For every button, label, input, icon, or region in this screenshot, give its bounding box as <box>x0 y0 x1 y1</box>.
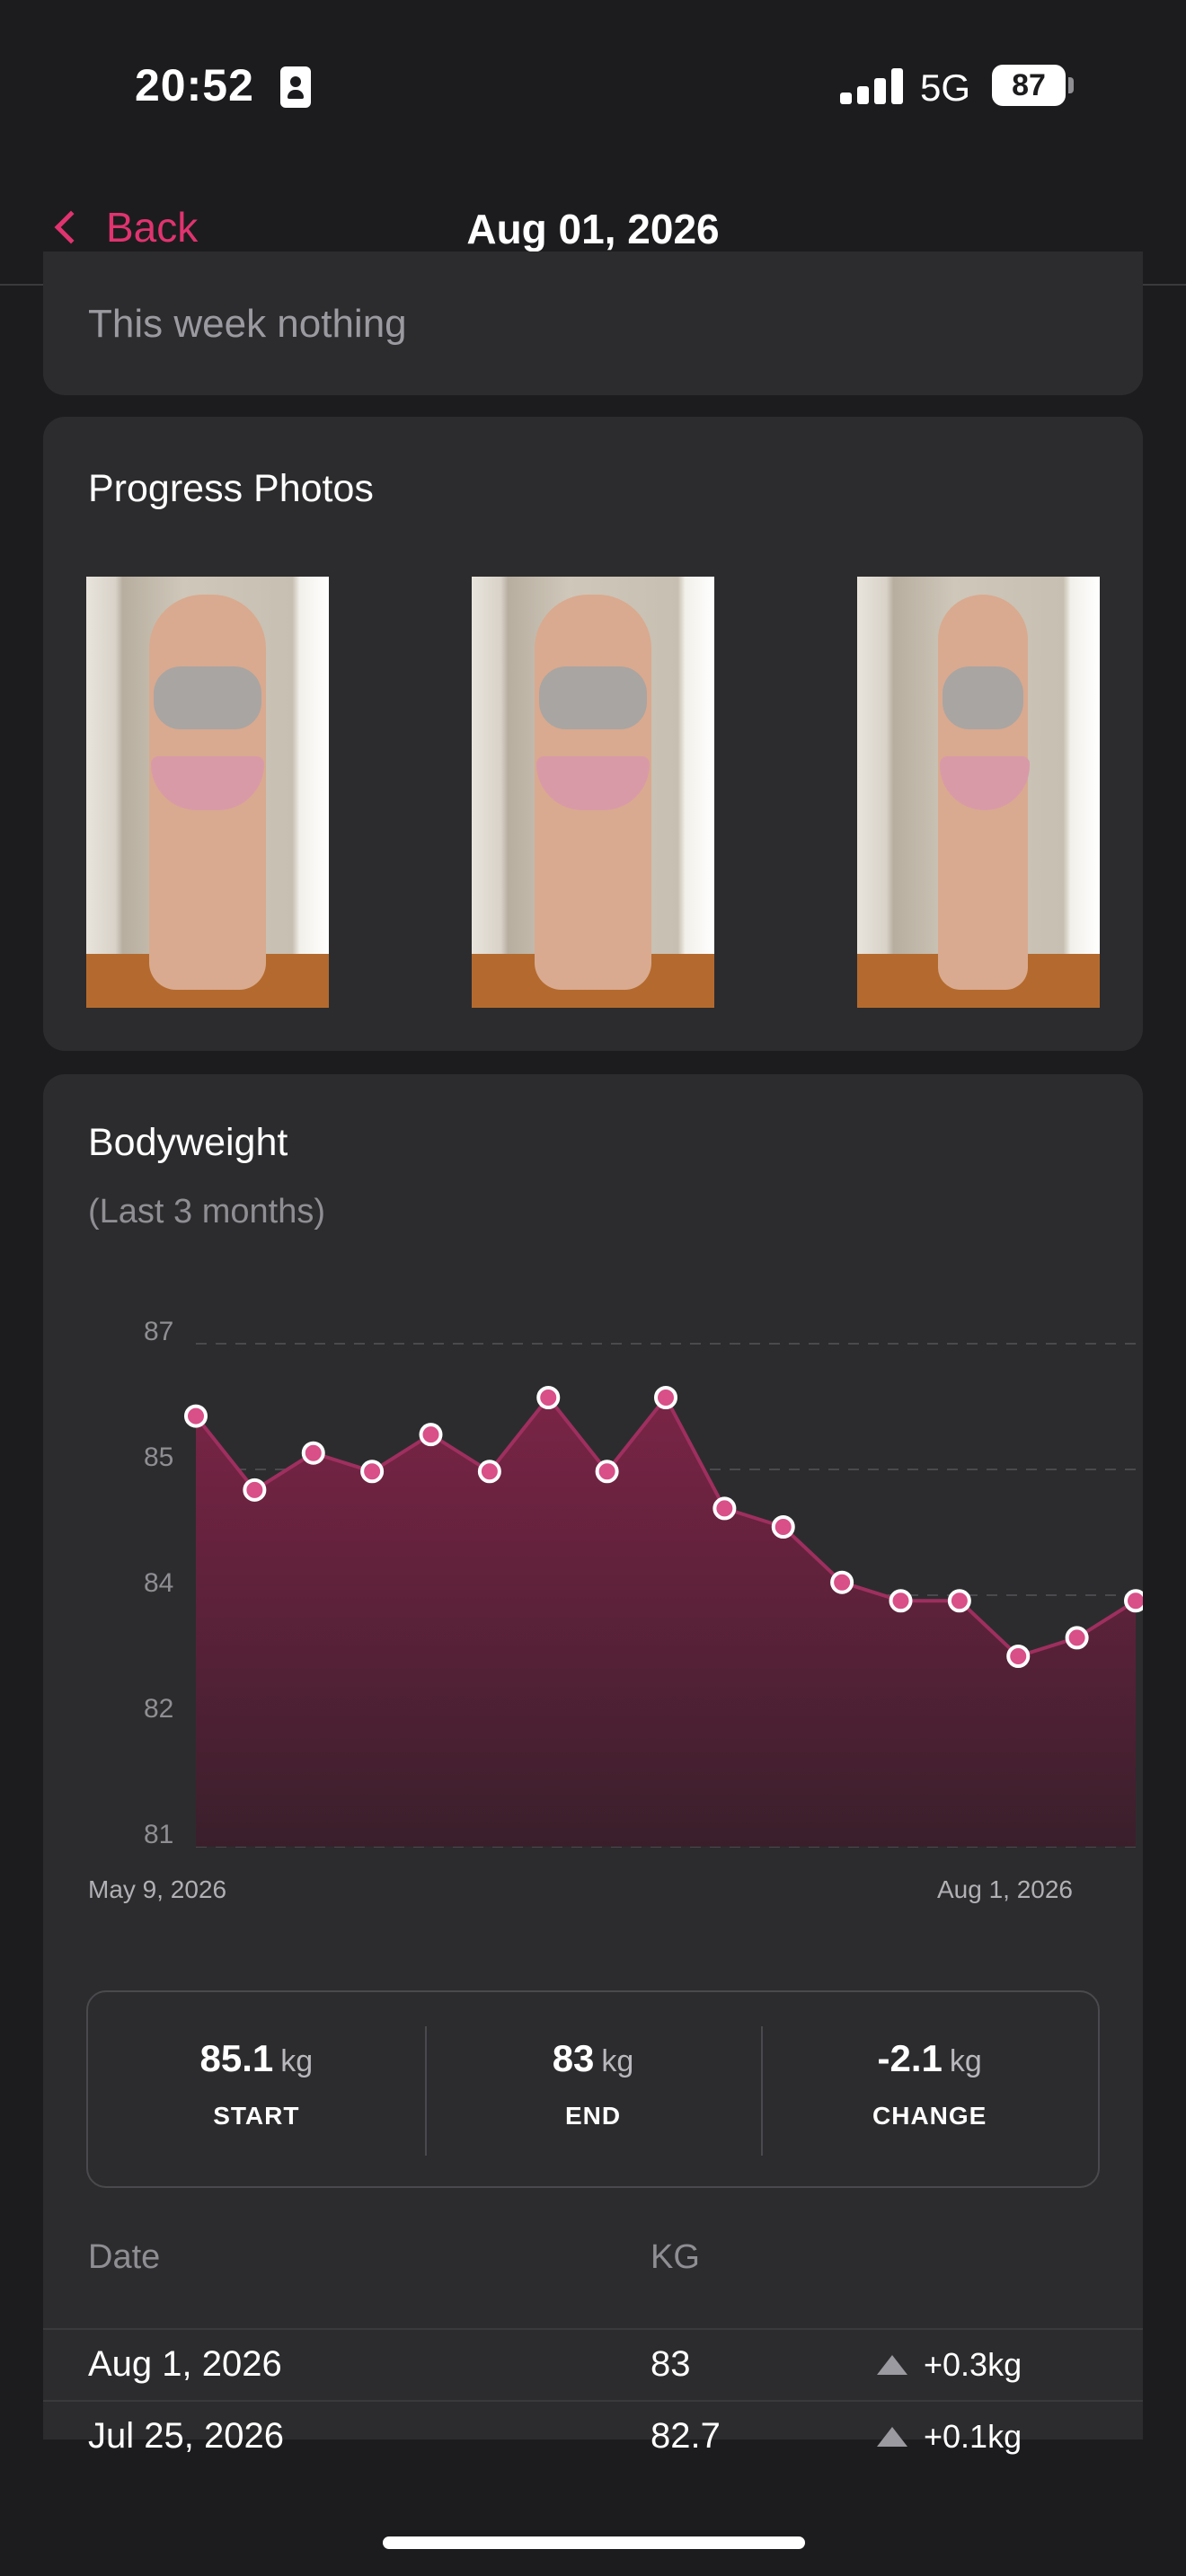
contact-card-icon <box>280 66 311 108</box>
data-point <box>771 1515 795 1539</box>
data-point <box>184 1404 208 1428</box>
bodyweight-chart[interactable]: 87 85 84 82 81 <box>43 1272 1143 1865</box>
progress-photos-title: Progress Photos <box>88 467 374 510</box>
bodyweight-subtitle: (Last 3 months) <box>88 1193 325 1231</box>
battery-icon: 87 <box>992 65 1066 106</box>
bodyweight-title: Bodyweight <box>88 1121 288 1164</box>
table-header: Date KG <box>43 2211 1143 2298</box>
chart-start-date: May 9, 2026 <box>88 1875 227 1903</box>
column-kg: KG <box>651 2238 700 2276</box>
stat-start-value: 85.1 <box>199 2037 274 2079</box>
row-change-value: +0.3kg <box>924 2346 1022 2383</box>
data-point <box>419 1423 443 1447</box>
stat-end-unit: kg <box>601 2044 634 2078</box>
page-title: Aug 01, 2026 <box>466 206 720 252</box>
row-kg: 83 <box>651 2344 691 2384</box>
stat-end: 83 kg END <box>424 1992 762 2186</box>
y-tick-label: 81 <box>144 1820 173 1849</box>
y-tick-label: 87 <box>144 1317 173 1346</box>
row-change-value: +0.1kg <box>924 2418 1022 2455</box>
table-row[interactable]: Jul 25, 2026 82.7 +0.1kg <box>43 2400 1143 2472</box>
triangle-up-icon <box>877 2355 907 2375</box>
row-date: Aug 1, 2026 <box>88 2344 282 2384</box>
data-point <box>595 1460 619 1484</box>
data-point <box>1006 1645 1031 1668</box>
stat-end-label: END <box>564 2102 622 2130</box>
data-point <box>301 1441 325 1465</box>
data-point <box>947 1589 971 1613</box>
bodyweight-card: Bodyweight (Last 3 months) 87 85 84 82 81 Ma… <box>43 1074 1143 2456</box>
progress-photos-card: Progress Photos <box>43 417 1143 1051</box>
stat-start-label: START <box>213 2102 300 2130</box>
data-point <box>477 1460 501 1484</box>
stat-start: 85.1 kg START <box>88 1992 425 2186</box>
y-tick-label: 82 <box>144 1694 173 1724</box>
row-change: +0.3kg <box>877 2346 1022 2384</box>
y-tick-label: 84 <box>144 1568 173 1598</box>
stat-end-value: 83 <box>552 2037 595 2079</box>
stat-change-label: CHANGE <box>872 2102 987 2130</box>
data-point <box>360 1460 385 1484</box>
network-type: 5G <box>920 66 971 109</box>
row-kg: 82.7 <box>651 2416 721 2456</box>
data-point <box>889 1589 913 1613</box>
home-indicator[interactable] <box>383 2536 805 2549</box>
status-time: 20:52 <box>135 60 254 110</box>
stat-change-value: -2.1 <box>877 2037 943 2079</box>
data-point <box>830 1570 854 1594</box>
stat-change-unit: kg <box>949 2044 982 2078</box>
battery-tip <box>1068 77 1074 93</box>
row-change: +0.1kg <box>877 2418 1022 2456</box>
row-date: Jul 25, 2026 <box>88 2416 284 2456</box>
progress-photo-back[interactable] <box>472 577 714 1008</box>
progress-photo-front[interactable] <box>86 577 329 1008</box>
stat-change: -2.1 kg CHANGE <box>761 1992 1098 2186</box>
data-point <box>243 1478 267 1502</box>
chart-end-date: Aug 1, 2026 <box>936 1875 1073 1903</box>
stat-start-unit: kg <box>280 2044 314 2078</box>
data-point <box>1124 1589 1143 1613</box>
data-point <box>1065 1626 1089 1650</box>
bodyweight-stats: 85.1 kg START 83 kg END -2.1 kg CHANGE <box>86 1990 1100 2188</box>
data-point <box>536 1386 561 1409</box>
triangle-up-icon <box>877 2427 907 2447</box>
y-tick-label: 85 <box>144 1442 173 1472</box>
data-point <box>654 1386 677 1409</box>
table-row[interactable]: Aug 1, 2026 83 +0.3kg <box>43 2328 1143 2400</box>
column-date: Date <box>88 2238 161 2276</box>
progress-photo-side[interactable] <box>857 577 1100 1008</box>
status-bar: 20:52 5G 87 <box>0 0 1186 171</box>
data-point <box>712 1496 737 1521</box>
cellular-signal-icon <box>840 68 903 104</box>
notes-card: This week nothing <box>43 251 1143 395</box>
chart-area <box>196 1398 1136 1847</box>
notes-text: This week nothing <box>88 302 407 346</box>
